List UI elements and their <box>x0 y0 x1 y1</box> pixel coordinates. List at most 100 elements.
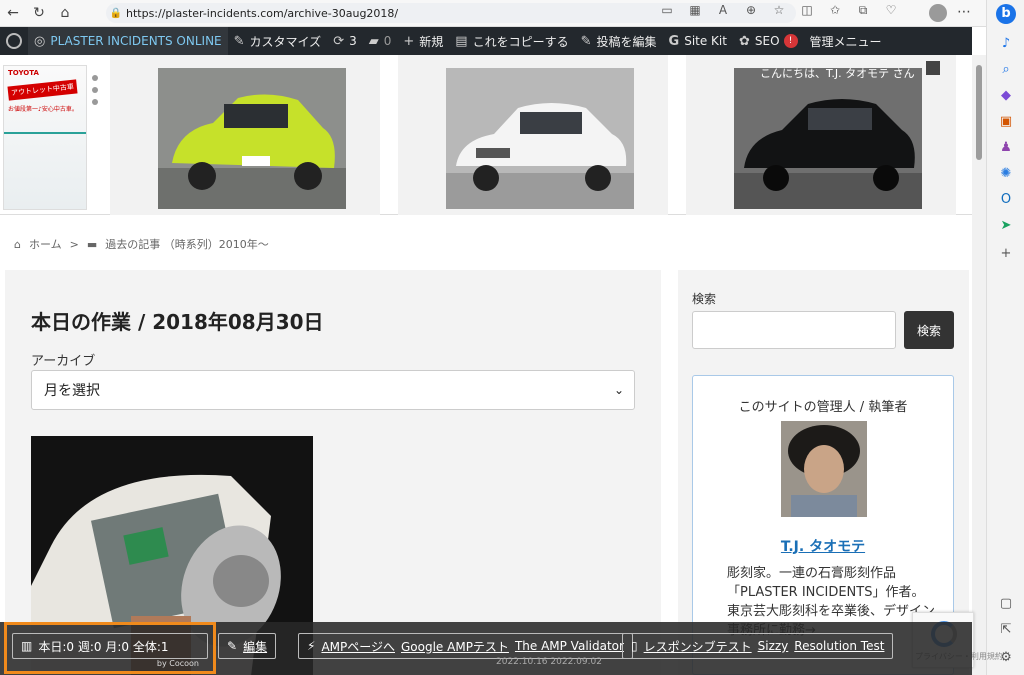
copy-menu[interactable]: ▤ これをコピーする <box>449 27 574 55</box>
search-button[interactable]: 検索 <box>904 311 954 349</box>
ad-divider <box>4 132 86 134</box>
google-icon: G <box>668 33 680 49</box>
user-greeting[interactable]: こんにちは、T.J. タオモテ さん <box>760 65 915 81</box>
highlight-box <box>4 622 216 674</box>
favorites-icon[interactable]: ✩ <box>824 3 846 18</box>
browser-toolbar: ← ↻ ⌂ 🔒 https://plaster-incidents.com/ar… <box>0 0 986 27</box>
outlook-icon[interactable]: O <box>996 190 1016 210</box>
page-title: 本日の作業 / 2018年08月30日 <box>31 310 324 334</box>
amp-page-link[interactable]: AMPページへ <box>321 638 395 655</box>
seo-icon: ✿ <box>738 33 750 49</box>
edge-sidebar: b ♪ ⌕ ◆ ▣ ♟ ✺ O ➤ + ▢ ⇱ ⚙ <box>986 0 1024 675</box>
search-label: 検索 <box>692 292 717 306</box>
car-card[interactable] <box>110 55 380 215</box>
admin-menu-label: 管理メニュー <box>809 34 882 49</box>
customize-menu[interactable]: ✎ カスタマイズ <box>228 27 328 55</box>
breadcrumb-home[interactable]: ホーム <box>29 236 62 252</box>
breadcrumb: ⌂ ホーム > ▬ 過去の記事 （時系列）2010年～ <box>14 236 269 252</box>
updates-count: 3 <box>349 34 357 48</box>
comments-count: 0 <box>383 34 392 48</box>
read-aloud-icon[interactable]: A <box>712 3 734 18</box>
admin-menu[interactable]: 管理メニュー <box>804 27 888 55</box>
profile-title: このサイトの管理人 / 執筆者 <box>738 400 908 415</box>
favorite-icon[interactable]: ☆ <box>768 3 790 18</box>
archive-label: アーカイブ <box>31 354 96 369</box>
site-kit-menu[interactable]: G Site Kit <box>663 27 733 55</box>
external-link-icon[interactable]: ⇱ <box>996 620 1016 640</box>
mobile-icon: ▯ <box>631 639 638 653</box>
more-icon[interactable]: ⋯ <box>957 4 971 20</box>
extensions-icon[interactable]: ♡ <box>880 3 902 18</box>
responsive-group: ▯ レスポンシブテスト Sizzy Resolution Test <box>622 633 894 659</box>
sidebar-toggle-icon[interactable]: ▢ <box>996 594 1016 614</box>
games-icon[interactable]: ♟ <box>996 138 1016 158</box>
author-photo <box>781 421 867 517</box>
url-text: https://plaster-incidents.com/archive-30… <box>126 6 399 20</box>
responsive-test-link[interactable]: レスポンシブテスト <box>644 638 752 655</box>
archive-select-value: 月を選択 <box>44 383 100 399</box>
bell-icon[interactable]: ♪ <box>996 34 1016 54</box>
bing-icon[interactable]: b <box>996 4 1016 24</box>
top-banner: TOYOTA アウトレット中古車 お値段第一♪安心中古車。 こんにちは、T.J.… <box>0 55 972 215</box>
folder-icon: ▬ <box>86 237 98 251</box>
edit-icon: ✎ <box>227 639 238 653</box>
seo-badge: ! <box>783 34 798 48</box>
car-image <box>734 68 922 209</box>
car-image <box>446 68 634 209</box>
site-kit-label: Site Kit <box>684 34 727 48</box>
search-input[interactable] <box>692 311 896 349</box>
updates-icon: ⟳ <box>333 33 345 49</box>
reader-icon[interactable]: ▭ <box>656 3 678 18</box>
breadcrumb-category[interactable]: 過去の記事 （時系列）2010年～ <box>105 236 269 252</box>
office-icon[interactable]: ✺ <box>996 164 1016 184</box>
add-icon[interactable]: + <box>996 244 1016 264</box>
ad-subtitle: お値段第一♪安心中古車。 <box>8 106 78 113</box>
post-dates: 2022.10.16 2022.09.02 <box>496 657 602 667</box>
google-amp-test-link[interactable]: Google AMPテスト <box>401 638 509 655</box>
scrollbar-thumb[interactable] <box>976 65 982 160</box>
site-name-menu[interactable]: ◎ PLASTER INCIDENTS ONLINE <box>28 27 228 55</box>
carousel-dots[interactable] <box>92 75 100 111</box>
wordpress-icon <box>6 33 22 49</box>
seo-label: SEO <box>754 34 780 48</box>
ad-maker: TOYOTA <box>8 69 39 77</box>
page-scrollbar[interactable] <box>972 55 986 675</box>
seo-menu[interactable]: ✿ SEO! <box>733 27 804 55</box>
send-icon[interactable]: ➤ <box>996 216 1016 236</box>
user-avatar[interactable] <box>926 61 940 75</box>
new-menu[interactable]: + 新規 <box>397 27 449 55</box>
zoom-icon[interactable]: ⊕ <box>740 3 762 18</box>
edit-post-menu[interactable]: ✎ 投稿を編集 <box>575 27 663 55</box>
apps-icon[interactable]: ▦ <box>684 3 706 18</box>
comment-icon: ▰ <box>368 33 379 49</box>
customize-label: カスタマイズ <box>249 34 322 49</box>
wp-logo-menu[interactable] <box>0 27 28 55</box>
author-name-link[interactable]: T.J. タオモテ <box>693 536 953 556</box>
search-icon[interactable]: ⌕ <box>996 60 1016 80</box>
copy-label: これをコピーする <box>472 34 569 49</box>
amp-validator-link[interactable]: The AMP Validator <box>515 639 624 653</box>
comments-menu[interactable]: ▰ 0 <box>363 27 398 55</box>
wp-admin-bar: ◎ PLASTER INCIDENTS ONLINE ✎ カスタマイズ ⟳ 3 ▰ 0 … <box>0 27 972 55</box>
lock-icon: 🔒 <box>109 7 123 19</box>
archive-select[interactable]: 月を選択 ⌄ <box>31 370 635 410</box>
car-card[interactable] <box>398 55 668 215</box>
edit-link[interactable]: 編集 <box>243 638 267 655</box>
main-content: 本日の作業 / 2018年08月30日 アーカイブ 月を選択 ⌄ <box>5 270 661 675</box>
updates-menu[interactable]: ⟳ 3 <box>327 27 363 55</box>
tools-icon[interactable]: ▣ <box>996 112 1016 132</box>
resolution-test-link[interactable]: Resolution Test <box>794 639 884 653</box>
home-icon[interactable]: ⌂ <box>52 5 78 21</box>
toyota-ad[interactable]: TOYOTA アウトレット中古車 お値段第一♪安心中古車。 <box>3 65 87 210</box>
collections-icon[interactable]: ⧉ <box>852 3 874 18</box>
new-label: 新規 <box>419 34 444 49</box>
split-screen-icon[interactable]: ◫ <box>796 3 818 18</box>
dashboard-icon: ◎ <box>34 33 46 49</box>
sizzy-link[interactable]: Sizzy <box>758 639 789 653</box>
tag-icon[interactable]: ◆ <box>996 86 1016 106</box>
refresh-icon[interactable]: ↻ <box>26 5 52 21</box>
plus-icon: + <box>403 33 415 49</box>
breadcrumb-separator: > <box>69 237 79 251</box>
profile-avatar[interactable] <box>929 4 947 22</box>
back-icon[interactable]: ← <box>0 5 26 21</box>
